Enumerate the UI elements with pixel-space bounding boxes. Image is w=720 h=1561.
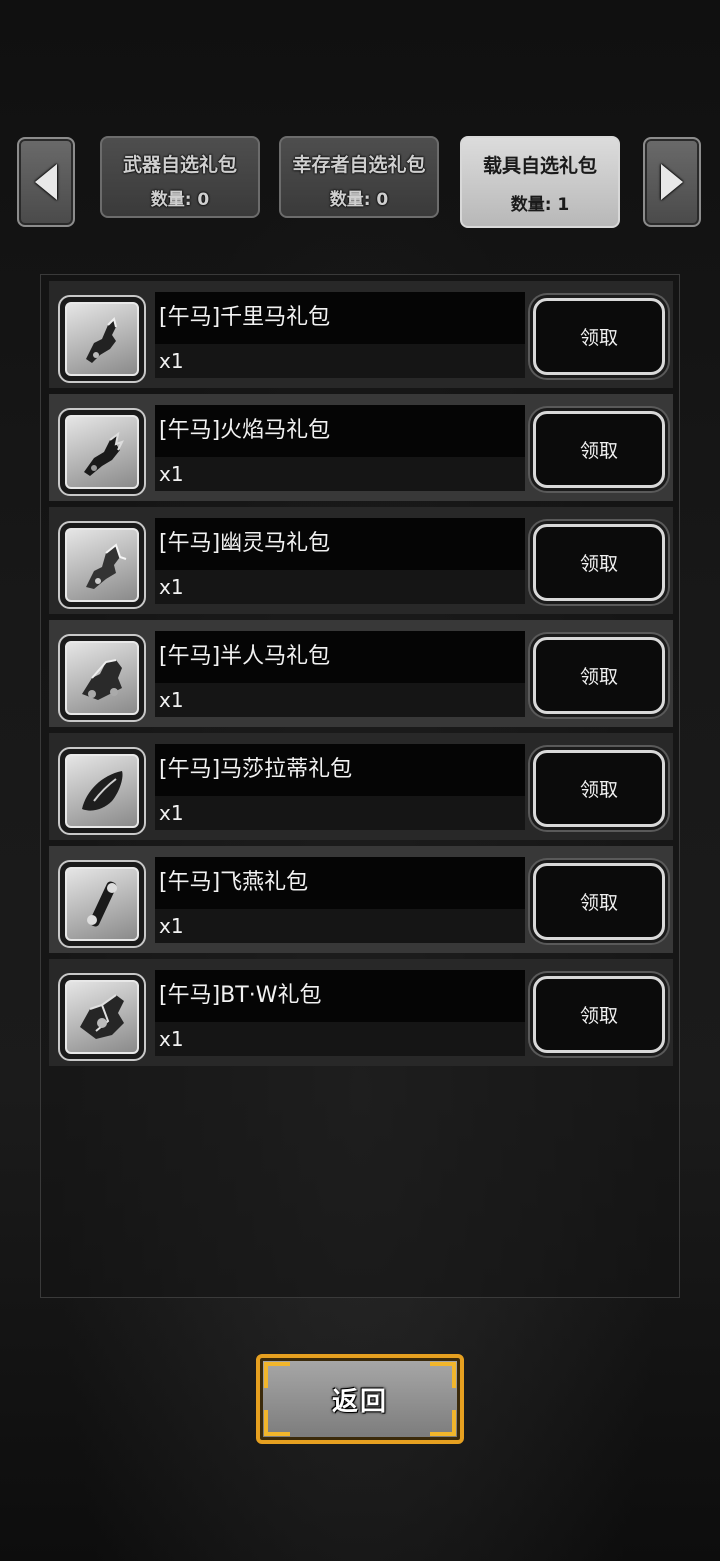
next-tab-button[interactable]: [643, 137, 701, 227]
horse-vehicle-icon: [86, 317, 117, 363]
fire-horse-vehicle-icon: [84, 431, 124, 476]
corner-ornament: [264, 1362, 290, 1388]
tab-count: 数量: 1: [510, 195, 570, 215]
item-name: [午马]马莎拉蒂礼包: [155, 744, 525, 796]
item-slot[interactable]: [58, 408, 146, 496]
item-name: [午马]半人马礼包: [155, 631, 525, 683]
tab-count: 数量: 0: [329, 190, 389, 210]
list-item: [午马]千里马礼包 x1 领取: [49, 281, 673, 388]
claim-button[interactable]: 领取: [533, 411, 665, 488]
item-quantity: x1: [155, 796, 525, 830]
chevron-left-icon: [35, 164, 57, 200]
item-slot[interactable]: [58, 634, 146, 722]
tab-title: 幸存者自选礼包: [292, 154, 426, 176]
item-quantity: x1: [155, 683, 525, 717]
item-name: [午马]火焰马礼包: [155, 405, 525, 457]
tab-count: 数量: 0: [150, 190, 210, 210]
item-slot[interactable]: [58, 295, 146, 383]
tab-title: 载具自选礼包: [482, 155, 597, 177]
claim-button[interactable]: 领取: [533, 863, 665, 940]
item-quantity: x1: [155, 909, 525, 943]
corner-ornament: [264, 1410, 290, 1436]
tab-weapon-pack[interactable]: 武器自选礼包 数量: 0: [100, 136, 260, 218]
item-name: [午马]BT·W礼包: [155, 970, 525, 1022]
claim-button[interactable]: 领取: [533, 637, 665, 714]
item-quantity: x1: [155, 570, 525, 604]
tab-vehicle-pack[interactable]: 载具自选礼包 数量: 1: [460, 136, 620, 228]
tab-title: 武器自选礼包: [122, 154, 237, 176]
item-name: [午马]幽灵马礼包: [155, 518, 525, 570]
back-button-label: 返回: [331, 1386, 388, 1417]
list-item: [午马]半人马礼包 x1 领取: [49, 620, 673, 727]
list-item: [午马]马莎拉蒂礼包 x1 领取: [49, 733, 673, 840]
mech-vehicle-icon: [80, 994, 124, 1039]
gift-pack-screen: 武器自选礼包 数量: 0 幸存者自选礼包 数量: 0 载具自选礼包 数量: 1 …: [0, 0, 720, 1561]
corner-ornament: [430, 1362, 456, 1388]
chevron-right-icon: [661, 164, 683, 200]
ghost-horse-vehicle-icon: [86, 543, 127, 589]
item-name: [午马]千里马礼包: [155, 292, 525, 344]
claim-button[interactable]: 领取: [533, 750, 665, 827]
item-quantity: x1: [155, 457, 525, 491]
list-item: [午马]BT·W礼包 x1 领取: [49, 959, 673, 1066]
list-item: [午马]飞燕礼包 x1 领取: [49, 846, 673, 953]
item-slot[interactable]: [58, 521, 146, 609]
claim-button[interactable]: 领取: [533, 976, 665, 1053]
item-slot[interactable]: [58, 860, 146, 948]
claim-button[interactable]: 领取: [533, 524, 665, 601]
item-quantity: x1: [155, 1022, 525, 1056]
car-vehicle-icon: [82, 771, 123, 811]
back-button[interactable]: 返回: [256, 1354, 464, 1444]
list-item: [午马]火焰马礼包 x1 领取: [49, 394, 673, 501]
item-list-panel[interactable]: [午马]千里马礼包 x1 领取 [午马]火焰马礼包 x1 领取 [午马]幽灵马礼…: [40, 274, 680, 1298]
item-name: [午马]飞燕礼包: [155, 857, 525, 909]
prev-tab-button[interactable]: [17, 137, 75, 227]
tab-survivor-pack[interactable]: 幸存者自选礼包 数量: 0: [279, 136, 439, 218]
corner-ornament: [430, 1410, 456, 1436]
item-slot[interactable]: [58, 973, 146, 1061]
item-slot[interactable]: [58, 747, 146, 835]
claim-button[interactable]: 领取: [533, 298, 665, 375]
bike-vehicle-icon: [87, 881, 117, 927]
centaur-vehicle-icon: [82, 659, 122, 700]
item-quantity: x1: [155, 344, 525, 378]
list-item: [午马]幽灵马礼包 x1 领取: [49, 507, 673, 614]
